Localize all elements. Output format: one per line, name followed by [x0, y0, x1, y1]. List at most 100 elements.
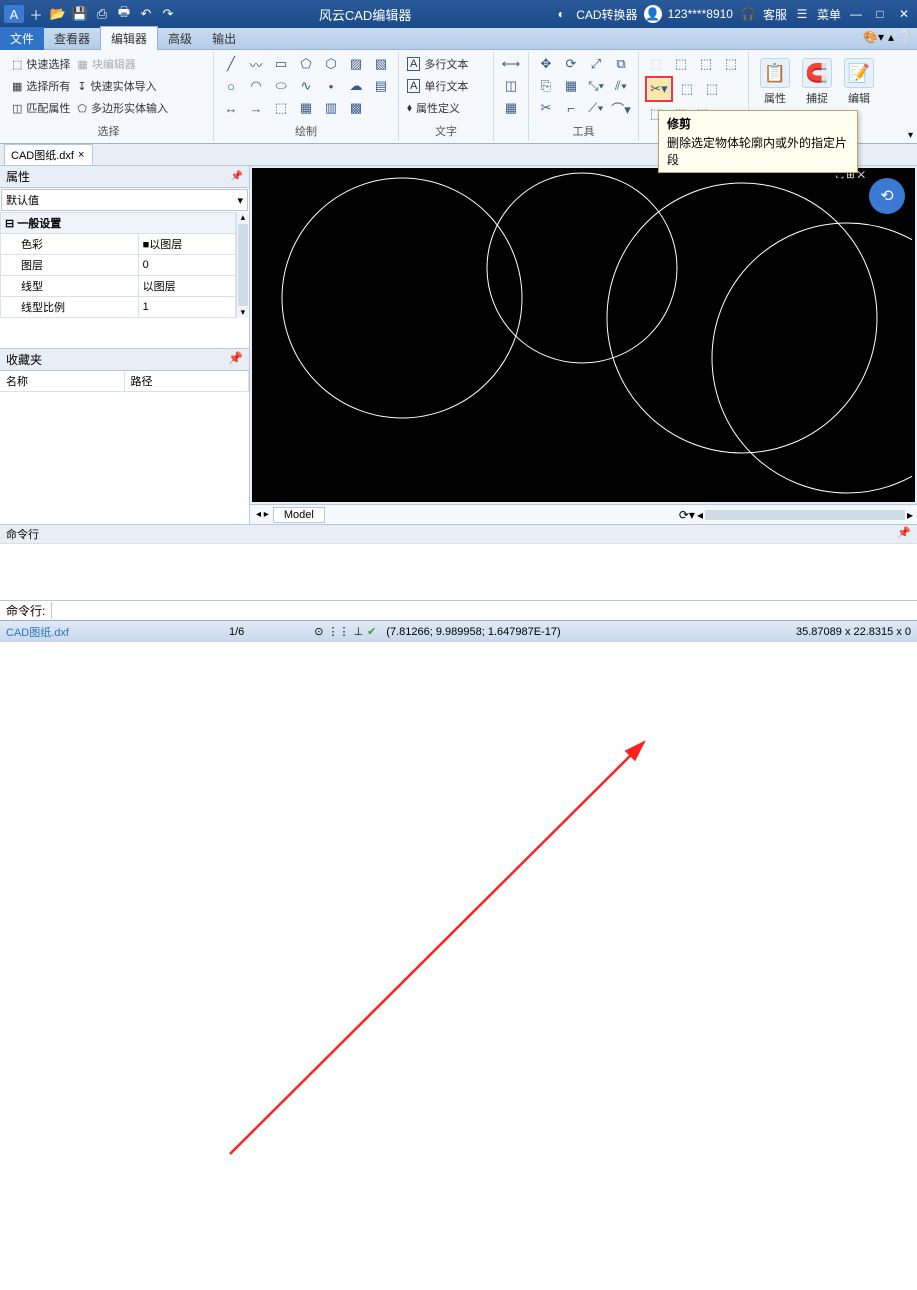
shape3-icon[interactable]: ▧: [370, 54, 392, 74]
select-all-button[interactable]: ▦选择所有: [10, 76, 72, 96]
save-icon[interactable]: 💾: [70, 5, 90, 23]
m2-icon[interactable]: ⬚: [670, 54, 692, 74]
snap-toggle-icon[interactable]: ⊙: [314, 625, 323, 638]
d5-icon[interactable]: ▥: [320, 98, 342, 118]
mirror-icon[interactable]: ⧉: [610, 54, 632, 74]
properties-selector[interactable]: 默认值▾: [1, 189, 248, 211]
command-history[interactable]: [0, 544, 917, 600]
trim-button[interactable]: ✂▾: [648, 79, 670, 99]
stext-button[interactable]: A单行文本: [405, 76, 487, 96]
polar-toggle-icon[interactable]: ✔: [367, 625, 376, 638]
canvas-hscroll[interactable]: ⟳▾ ◂▸: [679, 508, 917, 522]
rect-icon[interactable]: ▭: [270, 54, 292, 74]
rotate-icon[interactable]: ⟳: [560, 54, 582, 74]
user-avatar-icon[interactable]: 👤: [644, 5, 662, 23]
ray-icon[interactable]: →: [245, 98, 267, 118]
drawing-canvas[interactable]: ⟲ ⛶ ⊞ ✕: [252, 168, 915, 502]
match-props-button[interactable]: ◫匹配属性: [10, 98, 72, 118]
shape1-icon[interactable]: ⬡: [320, 54, 342, 74]
converter-icon[interactable]: ◐: [552, 5, 570, 23]
help-icon[interactable]: ❔: [898, 30, 913, 44]
t8-icon[interactable]: ⌒▾: [610, 98, 632, 118]
view-cube-icon[interactable]: ⟲: [869, 178, 905, 214]
cmd-pin-icon[interactable]: 📌: [897, 526, 911, 542]
file-tab-active[interactable]: CAD图纸.dxf ×: [4, 144, 93, 166]
props-scrollbar[interactable]: ▴▾: [236, 212, 249, 318]
move-icon[interactable]: ✥: [535, 54, 557, 74]
arc-icon[interactable]: ◠: [245, 76, 267, 96]
d3-icon[interactable]: ⬚: [270, 98, 292, 118]
line-icon[interactable]: ╱: [220, 54, 242, 74]
xline-icon[interactable]: ↔: [220, 98, 242, 118]
fav-col-path[interactable]: 路径: [125, 371, 250, 391]
array-icon[interactable]: ▦: [560, 76, 582, 96]
dim3-icon[interactable]: ▦: [500, 98, 522, 118]
model-tab[interactable]: Model: [273, 507, 325, 523]
ortho-toggle-icon[interactable]: ⊥: [353, 625, 363, 638]
minimize-icon[interactable]: —: [847, 5, 865, 23]
menu-label[interactable]: 菜单: [817, 6, 841, 23]
prop-lscale-val[interactable]: 1: [138, 297, 235, 318]
m4-icon[interactable]: ⬚: [720, 54, 742, 74]
undo-icon[interactable]: ↶: [136, 5, 156, 23]
ribbon-expand-icon[interactable]: ▾: [908, 130, 913, 141]
save-pdf-icon[interactable]: ⎙: [92, 5, 112, 23]
support-icon[interactable]: 🎧: [739, 5, 757, 23]
style-icon[interactable]: 🎨▾: [863, 30, 884, 44]
pin-icon[interactable]: 📌: [231, 171, 243, 182]
maximize-icon[interactable]: □: [871, 5, 889, 23]
redo-icon[interactable]: ↷: [158, 5, 178, 23]
offset-icon[interactable]: ⫽▾: [610, 76, 632, 96]
menu-output[interactable]: 输出: [202, 27, 246, 50]
poly-input-button[interactable]: ⬠多边形实体输入: [75, 98, 170, 118]
m1-icon[interactable]: ⬚: [645, 54, 667, 74]
prop-layer-val[interactable]: 0: [138, 255, 235, 276]
menu-viewer[interactable]: 查看器: [44, 27, 100, 50]
fav-pin-icon[interactable]: 📌: [228, 351, 243, 368]
dim2-icon[interactable]: ◫: [500, 76, 522, 96]
stretch-icon[interactable]: ⤡▾: [585, 76, 607, 96]
menu-file[interactable]: 文件: [0, 27, 44, 50]
close-icon[interactable]: ✕: [895, 5, 913, 23]
block-editor-button[interactable]: ▦块编辑器: [75, 54, 137, 74]
prop-ltype-val[interactable]: 以图层: [138, 276, 235, 297]
prop-group[interactable]: ⊟ 一般设置: [1, 213, 236, 234]
new-icon[interactable]: ＋: [26, 5, 46, 23]
point-icon[interactable]: •: [320, 76, 342, 96]
open-icon[interactable]: 📂: [48, 5, 68, 23]
min-ribbon-icon[interactable]: ▴: [888, 30, 894, 44]
d6-icon[interactable]: ▩: [345, 98, 367, 118]
ellipse-icon[interactable]: ⬭: [270, 76, 292, 96]
file-tab-close-icon[interactable]: ×: [78, 149, 84, 161]
copy-icon[interactable]: ⎘: [535, 76, 557, 96]
dim1-icon[interactable]: ⟷: [500, 54, 522, 74]
support-label[interactable]: 客服: [763, 6, 787, 23]
command-input[interactable]: [52, 605, 917, 617]
attrdef-button[interactable]: ⬧属性定义: [405, 98, 487, 118]
d4-icon[interactable]: ▦: [295, 98, 317, 118]
fav-col-name[interactable]: 名称: [0, 371, 125, 391]
menu-icon[interactable]: ☰: [793, 5, 811, 23]
shape2-icon[interactable]: ▨: [345, 54, 367, 74]
grid-toggle-icon[interactable]: ⋮⋮: [327, 625, 349, 638]
model-tabs-nav-icon[interactable]: ◂ ▸: [256, 509, 269, 520]
t7-icon[interactable]: ⟋▾: [585, 98, 607, 118]
hatch-icon[interactable]: ▤: [370, 76, 392, 96]
prop-color-val[interactable]: ■以图层: [138, 234, 235, 255]
spline-icon[interactable]: ∿: [295, 76, 317, 96]
m6-icon[interactable]: ⬚: [676, 79, 698, 99]
scale-icon[interactable]: ⤢: [585, 54, 607, 74]
quick-select-button[interactable]: ⬚快速选择: [10, 54, 72, 74]
t6-icon[interactable]: ⌐: [560, 98, 582, 118]
converter-label[interactable]: CAD转换器: [576, 6, 637, 23]
mtext-button[interactable]: A多行文本: [405, 54, 487, 74]
polygon-icon[interactable]: ⬠: [295, 54, 317, 74]
m7-icon[interactable]: ⬚: [701, 79, 723, 99]
cloud-icon[interactable]: ☁: [345, 76, 367, 96]
quick-import-button[interactable]: ↧快速实体导入: [75, 76, 158, 96]
circle-icon[interactable]: ○: [220, 76, 242, 96]
menu-editor[interactable]: 编辑器: [100, 26, 158, 51]
print-icon[interactable]: 🖶: [114, 5, 134, 23]
m3-icon[interactable]: ⬚: [695, 54, 717, 74]
menu-advanced[interactable]: 高级: [158, 27, 202, 50]
